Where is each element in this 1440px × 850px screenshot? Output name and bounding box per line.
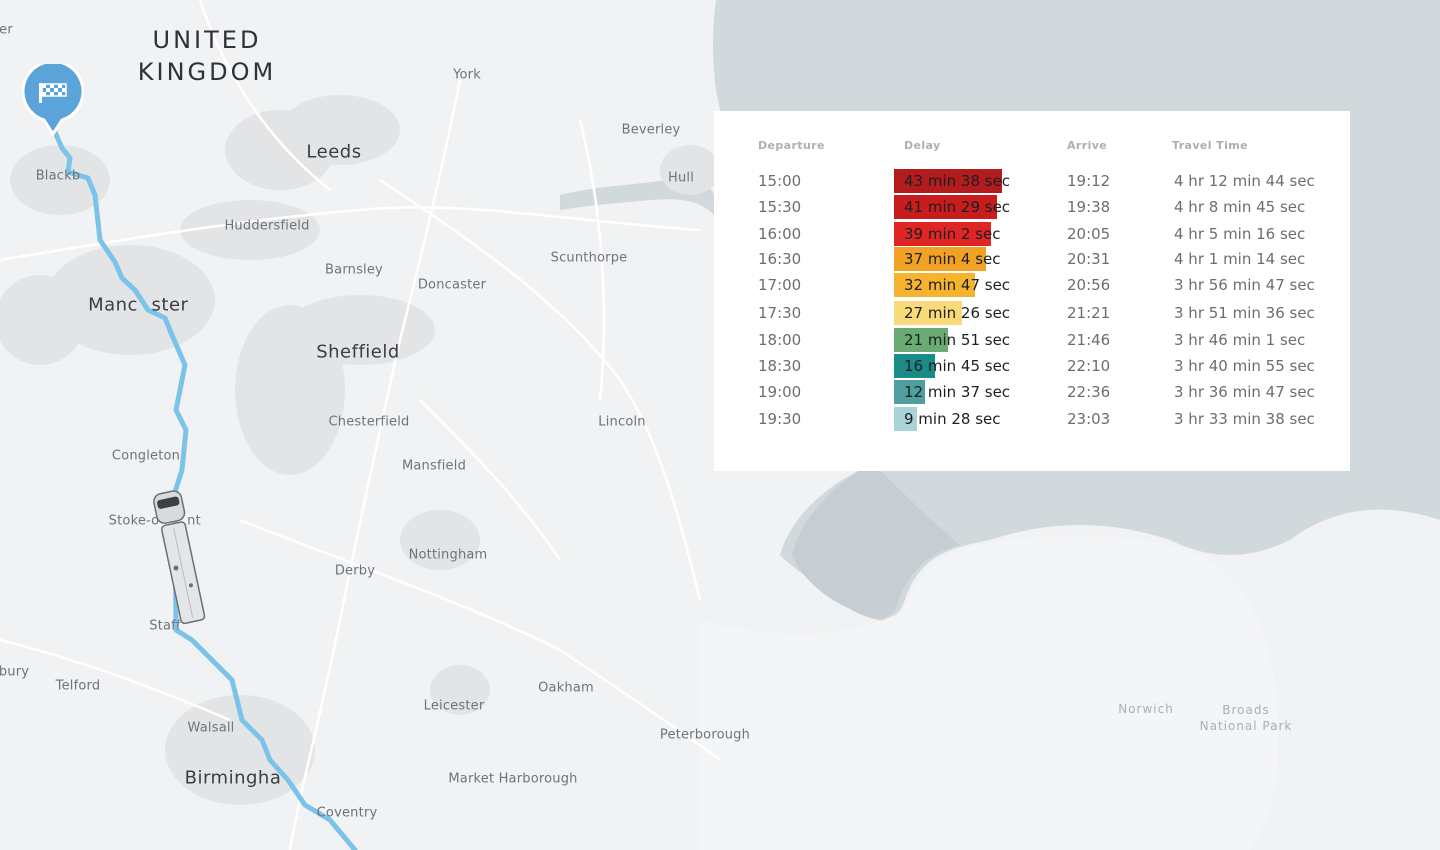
place-edge: er bbox=[0, 22, 13, 38]
departure-time: 17:30 bbox=[758, 304, 802, 322]
delay-value: 37 min 4 sec bbox=[904, 250, 1001, 268]
place-huddersfield: Huddersfield bbox=[224, 218, 310, 234]
country-label: UNITED KINGDOM bbox=[138, 24, 276, 88]
delay-value: 32 min 47 sec bbox=[904, 276, 1011, 294]
place-peterborough: Peterborough bbox=[659, 727, 751, 743]
arrive-time: 22:36 bbox=[1067, 383, 1111, 401]
place-congleton: Congleton bbox=[111, 448, 181, 464]
delay-value: 43 min 38 sec bbox=[904, 172, 1011, 190]
place-nottingham: Nottingham bbox=[408, 547, 488, 563]
table-row[interactable]: 18:00 21 min 51 sec 21:46 3 hr 46 min 1 sec bbox=[714, 327, 1350, 353]
place-doncaster: Doncaster bbox=[417, 277, 487, 293]
delay-value: 9 min 28 sec bbox=[904, 410, 1001, 428]
arrive-time: 22:10 bbox=[1067, 357, 1111, 375]
header-departure: Departure bbox=[758, 139, 825, 152]
table-row[interactable]: 16:00 39 min 2 sec 20:05 4 hr 5 min 16 sec bbox=[714, 221, 1350, 247]
arrive-time: 20:05 bbox=[1067, 225, 1111, 243]
travel-time: 3 hr 46 min 1 sec bbox=[1174, 331, 1306, 349]
place-telford: Telford bbox=[55, 678, 101, 694]
vehicle-marker[interactable] bbox=[152, 487, 208, 629]
departure-time: 15:30 bbox=[758, 198, 802, 216]
country-label-line1: UNITED bbox=[152, 26, 262, 54]
departure-time: 18:30 bbox=[758, 357, 802, 375]
checkered-flag-icon bbox=[22, 64, 84, 136]
travel-time: 4 hr 5 min 16 sec bbox=[1174, 225, 1306, 243]
place-hull: Hull bbox=[667, 170, 695, 186]
place-norwich: Norwich bbox=[1118, 702, 1174, 716]
place-birmingham: Birmingha bbox=[184, 767, 282, 789]
destination-marker[interactable] bbox=[22, 64, 84, 136]
travel-time: 3 hr 33 min 38 sec bbox=[1174, 410, 1315, 428]
delay-value: 21 min 51 sec bbox=[904, 331, 1011, 349]
table-row[interactable]: 16:30 37 min 4 sec 20:31 4 hr 1 min 14 sec bbox=[714, 246, 1350, 272]
travel-time: 4 hr 12 min 44 sec bbox=[1174, 172, 1315, 190]
header-delay: Delay bbox=[904, 139, 941, 152]
truck-icon bbox=[153, 490, 206, 625]
departure-time: 17:00 bbox=[758, 276, 802, 294]
place-lincoln: Lincoln bbox=[598, 414, 646, 430]
travel-time: 4 hr 1 min 14 sec bbox=[1174, 250, 1306, 268]
travel-time: 3 hr 36 min 47 sec bbox=[1174, 383, 1315, 401]
place-leicester: Leicester bbox=[423, 698, 485, 714]
table-row[interactable]: 19:30 9 min 28 sec 23:03 3 hr 33 min 38 sec bbox=[714, 406, 1350, 432]
departure-time: 16:30 bbox=[758, 250, 802, 268]
delay-value: 12 min 37 sec bbox=[904, 383, 1011, 401]
arrive-time: 19:38 bbox=[1067, 198, 1111, 216]
header-arrive: Arrive bbox=[1067, 139, 1108, 152]
travel-time: 4 hr 8 min 45 sec bbox=[1174, 198, 1306, 216]
place-beverley: Beverley bbox=[621, 122, 681, 138]
departure-time: 15:00 bbox=[758, 172, 802, 190]
place-coventry: Coventry bbox=[316, 805, 378, 821]
place-oakham: Oakham bbox=[538, 680, 594, 696]
arrive-time: 21:21 bbox=[1067, 304, 1111, 322]
table-row[interactable]: 18:30 16 min 45 sec 22:10 3 hr 40 min 55 se… bbox=[714, 353, 1350, 379]
place-leeds: Leeds bbox=[306, 141, 362, 163]
table-row[interactable]: 17:30 27 min 26 sec 21:21 3 hr 51 min 36 se… bbox=[714, 300, 1350, 326]
delay-value: 27 min 26 sec bbox=[904, 304, 1011, 322]
place-broads-line2: National Park bbox=[1199, 719, 1293, 733]
arrive-time: 23:03 bbox=[1067, 410, 1111, 428]
travel-time: 3 hr 56 min 47 sec bbox=[1174, 276, 1315, 294]
delay-value: 41 min 29 sec bbox=[904, 198, 1011, 216]
place-scunthorpe: Scunthorpe bbox=[550, 250, 628, 266]
header-travel-time: Travel Time bbox=[1172, 139, 1248, 152]
delay-value: 16 min 45 sec bbox=[904, 357, 1011, 375]
country-label-line2: KINGDOM bbox=[137, 58, 277, 86]
place-market-harborough: Market Harborough bbox=[448, 771, 578, 787]
table-row[interactable]: 15:00 43 min 38 sec 19:12 4 hr 12 min 44 se… bbox=[714, 168, 1350, 194]
arrive-time: 19:12 bbox=[1067, 172, 1111, 190]
place-walsall: Walsall bbox=[187, 720, 235, 736]
place-broads: Broads National Park bbox=[1200, 702, 1293, 734]
travel-time: 3 hr 51 min 36 sec bbox=[1174, 304, 1315, 322]
place-york: York bbox=[453, 67, 481, 83]
table-row[interactable]: 15:30 41 min 29 sec 19:38 4 hr 8 min 45 sec bbox=[714, 194, 1350, 220]
departure-time: 16:00 bbox=[758, 225, 802, 243]
table-row[interactable]: 19:00 12 min 37 sec 22:36 3 hr 36 min 47 se… bbox=[714, 379, 1350, 405]
place-mansfield: Mansfield bbox=[401, 458, 467, 474]
delay-value: 39 min 2 sec bbox=[904, 225, 1001, 243]
table-row[interactable]: 17:00 32 min 47 sec 20:56 3 hr 56 min 47 se… bbox=[714, 272, 1350, 298]
place-sheffield: Sheffield bbox=[316, 341, 400, 363]
arrive-time: 21:46 bbox=[1067, 331, 1111, 349]
norfolk-land bbox=[700, 535, 1279, 850]
place-manchester-left: Manc bbox=[88, 294, 138, 316]
departure-time: 19:30 bbox=[758, 410, 802, 428]
place-derby: Derby bbox=[334, 563, 376, 579]
arrive-time: 20:56 bbox=[1067, 276, 1111, 294]
arrive-time: 20:31 bbox=[1067, 250, 1111, 268]
place-broads-line1: Broads bbox=[1222, 703, 1270, 717]
place-chesterfield: Chesterfield bbox=[328, 414, 410, 430]
travel-time: 3 hr 40 min 55 sec bbox=[1174, 357, 1315, 375]
departure-delay-table: Departure Delay Arrive Travel Time 15:00… bbox=[714, 111, 1350, 471]
place-bury: bury bbox=[0, 664, 30, 680]
place-manchester-right: ster bbox=[151, 294, 189, 316]
departure-time: 19:00 bbox=[758, 383, 802, 401]
place-barnsley: Barnsley bbox=[325, 262, 383, 278]
departure-time: 18:00 bbox=[758, 331, 802, 349]
place-blackburn: Blackb bbox=[35, 168, 81, 184]
